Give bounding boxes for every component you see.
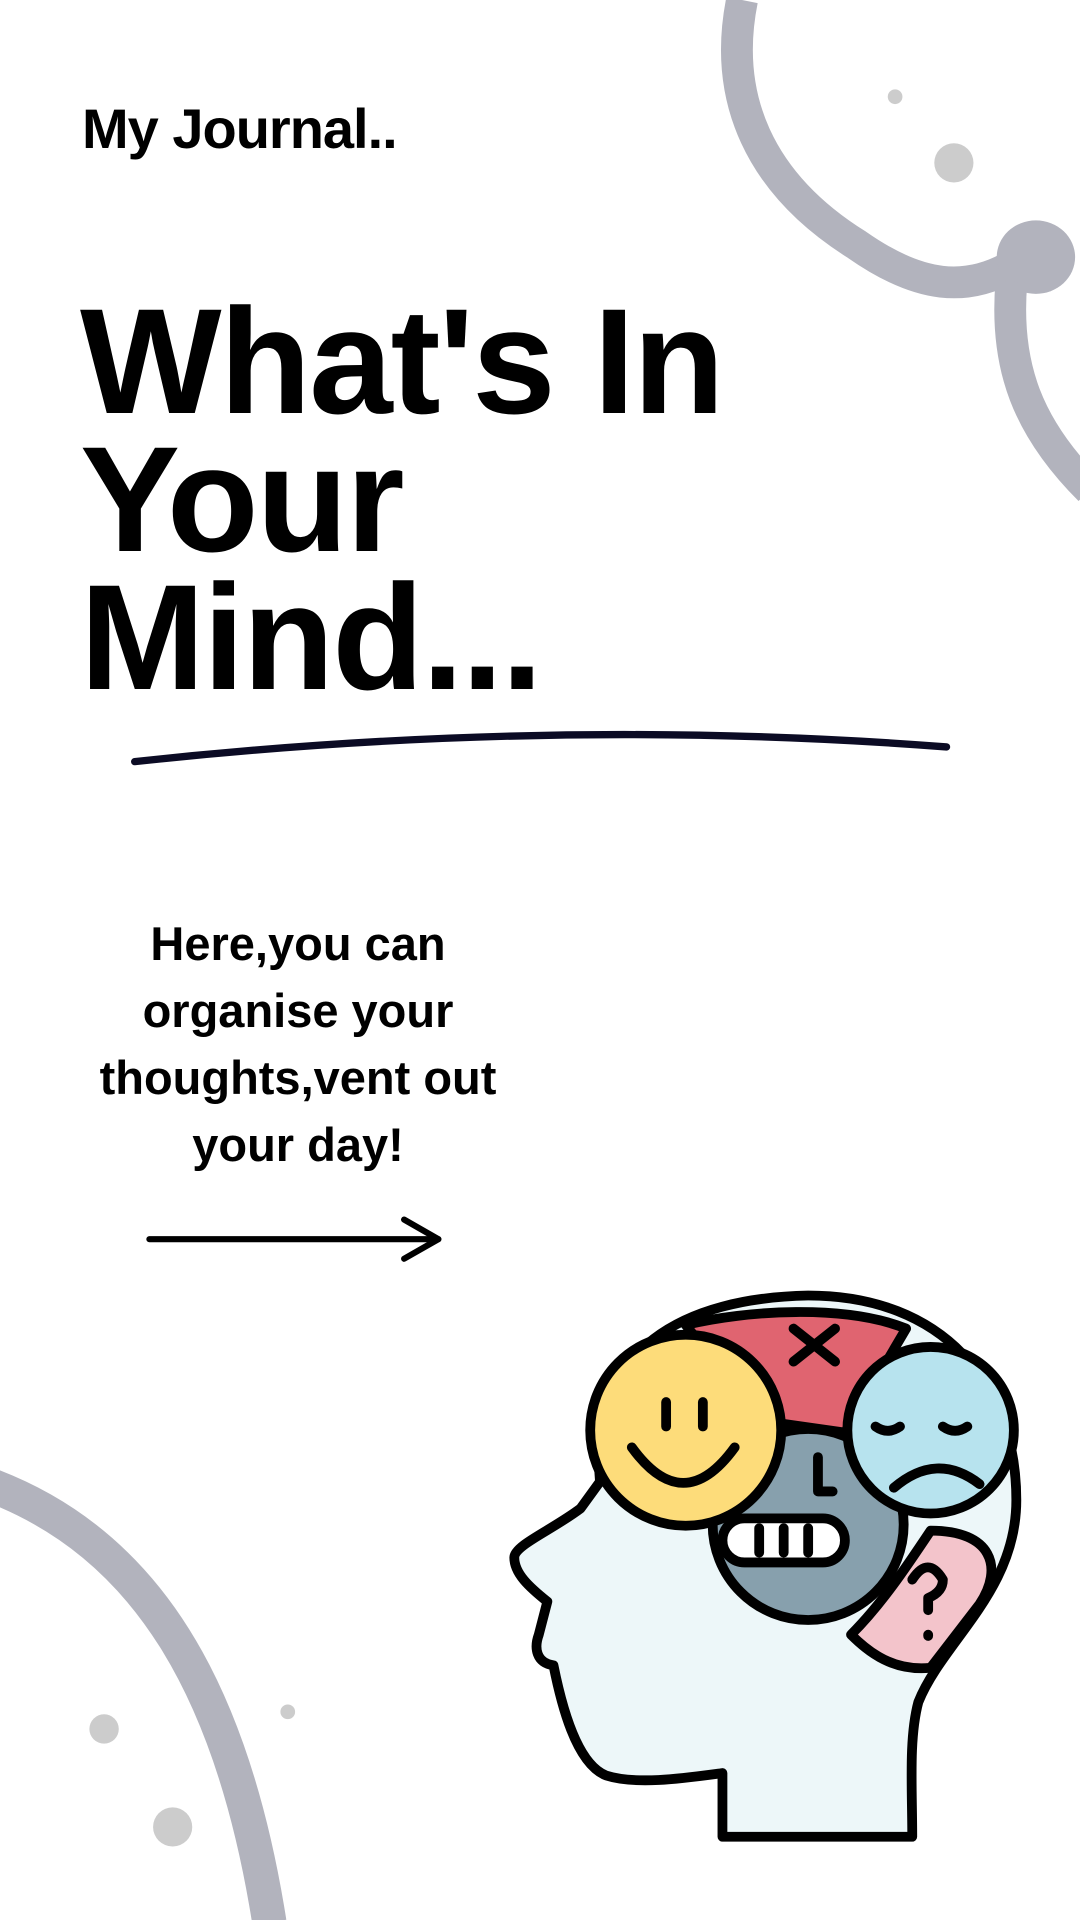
head-emotions-illustration	[509, 1290, 1022, 1842]
title-line: Your	[80, 415, 405, 583]
brand-title: My Journal..	[82, 97, 398, 160]
title-underline	[131, 730, 951, 766]
intro-line: Here,you can	[150, 917, 446, 970]
decor-curve-right	[994, 280, 1080, 502]
intro-line: thoughts,vent out	[99, 1051, 497, 1104]
title-line: What's In	[80, 277, 725, 445]
decor-curve-top	[721, 0, 1025, 299]
title-line: Mind...	[80, 553, 543, 721]
decor-dot	[934, 143, 974, 183]
decor-dot	[887, 89, 903, 105]
arrow-right-icon	[146, 1216, 442, 1262]
intro-line: organise your	[142, 984, 454, 1037]
intro-text: Here,you can organise your thoughts,vent…	[48, 910, 548, 1178]
decor-curve-bottom	[0, 1470, 287, 1920]
intro-line: your day!	[192, 1118, 404, 1171]
decor-dot	[153, 1807, 193, 1847]
decor-dot	[280, 1704, 296, 1720]
page-title: What's In Your Mind...	[80, 277, 725, 721]
decor-dot	[89, 1714, 119, 1744]
